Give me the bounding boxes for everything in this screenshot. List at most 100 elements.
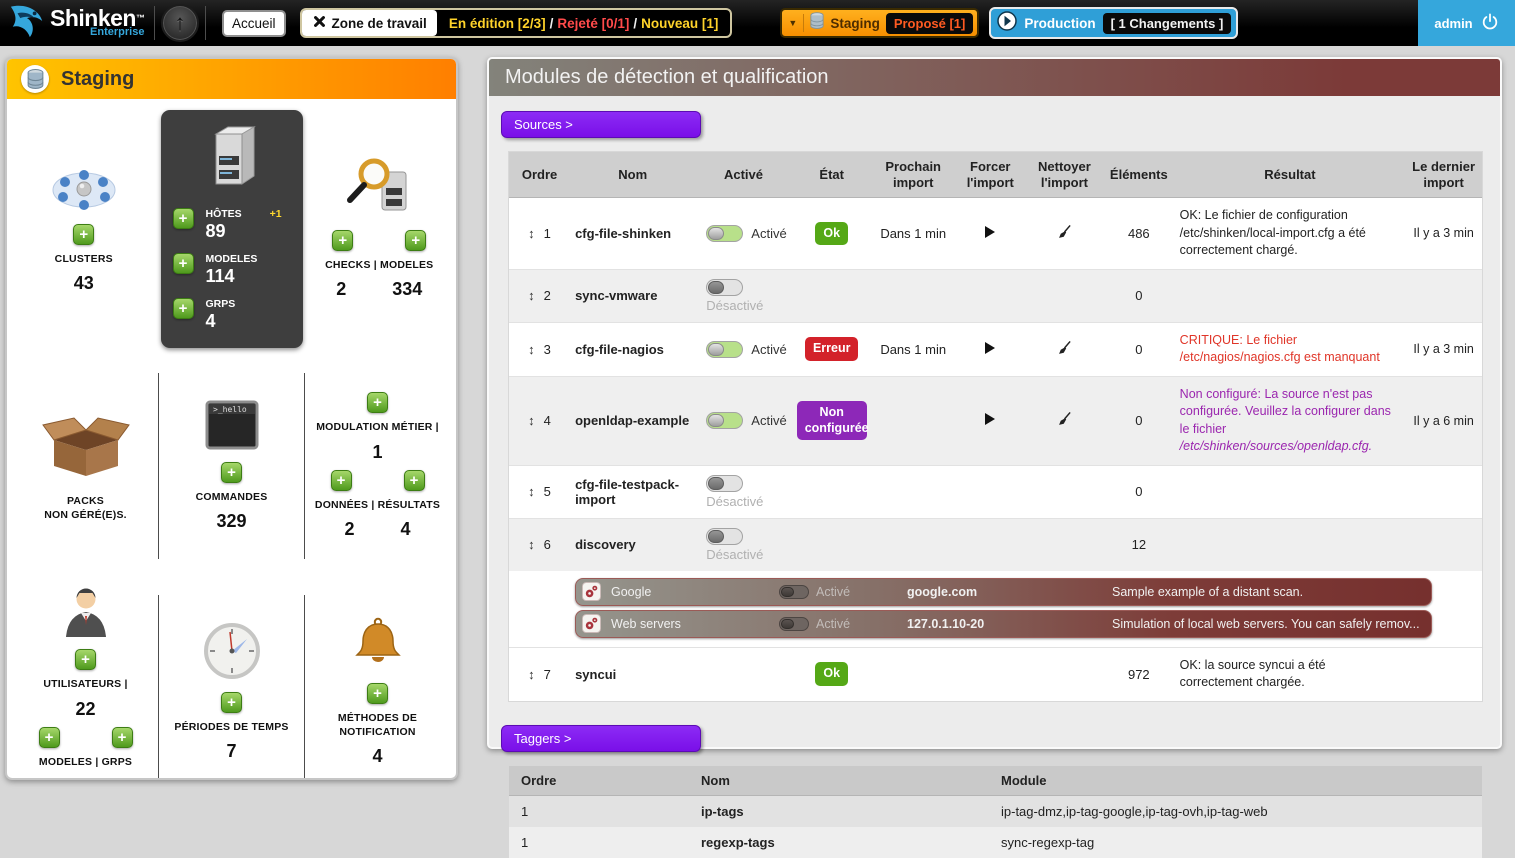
home-button[interactable]: Accueil: [222, 10, 286, 37]
scan-enable-toggle[interactable]: [779, 617, 809, 631]
clean-import-icon[interactable]: [1057, 340, 1072, 359]
sources-column-header: Ordre: [509, 152, 570, 198]
sources-button[interactable]: Sources >: [501, 111, 701, 138]
source-name[interactable]: openldap-example: [570, 376, 695, 465]
database-icon: [21, 65, 49, 93]
source-name[interactable]: syncui: [570, 647, 695, 701]
tagger-name[interactable]: ip-tags: [689, 796, 989, 828]
add-check-button[interactable]: +: [332, 230, 353, 251]
clean-import-icon[interactable]: [1057, 224, 1072, 243]
sources-column-header: Résultat: [1175, 152, 1406, 198]
taggers-button[interactable]: Taggers >: [501, 725, 701, 752]
bell-icon: [353, 617, 403, 676]
source-state-cell: Ok: [792, 647, 872, 701]
force-import-icon[interactable]: [985, 226, 995, 238]
toggle-wrap: Activé: [700, 341, 786, 358]
drag-handle-icon[interactable]: ↕: [528, 413, 535, 428]
donnees-label[interactable]: DONNÉES | RÉSULTATS: [315, 498, 440, 512]
clean-import-icon[interactable]: [1057, 411, 1072, 430]
scroll-top-button[interactable]: ↑: [161, 4, 199, 42]
enable-toggle[interactable]: [706, 225, 743, 242]
add-host-button[interactable]: +: [173, 208, 194, 229]
scan-description: Sample example of a distant scan.: [1112, 585, 1431, 599]
source-name[interactable]: cfg-file-testpack-import: [570, 465, 695, 518]
add-notification-method-button[interactable]: +: [367, 683, 388, 704]
tagger-name[interactable]: regexp-tags: [689, 827, 989, 858]
toggle-label: Activé: [751, 226, 786, 241]
add-user-group-button[interactable]: +: [112, 727, 133, 748]
source-state-cell: [792, 465, 872, 518]
source-state-cell: [792, 269, 872, 322]
source-name[interactable]: cfg-file-shinken: [570, 198, 695, 270]
packs-block[interactable]: PACKSNON GÉRÉ(E)S.: [13, 355, 158, 577]
user-models-label[interactable]: MODELES | GRPS: [39, 755, 132, 769]
drag-handle-icon[interactable]: ↕: [528, 226, 535, 241]
enable-toggle[interactable]: [706, 412, 743, 429]
drag-handle-icon[interactable]: ↕: [528, 342, 535, 357]
source-last-import: [1405, 269, 1482, 322]
drag-handle-icon[interactable]: ↕: [528, 288, 535, 303]
add-check-model-button[interactable]: +: [405, 230, 426, 251]
source-next-import: [872, 269, 955, 322]
scan-toggle-label: Activé: [816, 617, 850, 631]
force-import-icon[interactable]: [985, 413, 995, 425]
resultats-count: 4: [401, 519, 411, 540]
add-timeperiod-button[interactable]: +: [221, 692, 242, 713]
add-cluster-button[interactable]: +: [73, 224, 94, 245]
add-host-model-button[interactable]: +: [173, 253, 194, 274]
user-menu[interactable]: admin: [1418, 0, 1515, 46]
add-modulation-button[interactable]: +: [367, 392, 388, 413]
source-force-cell: [955, 322, 1026, 376]
workzone-edit-count[interactable]: En édition [2/3]: [449, 16, 546, 31]
up-arrow-icon: ↑: [175, 10, 186, 35]
production-button[interactable]: Production [ 1 Changements ]: [989, 7, 1238, 39]
utilisateurs-count: 22: [75, 699, 95, 720]
source-elements-count: 486: [1103, 198, 1175, 270]
production-changes-badge[interactable]: [ 1 Changements ]: [1103, 13, 1232, 34]
add-result-modulation-button[interactable]: +: [404, 470, 425, 491]
commandes-label[interactable]: COMMANDES: [196, 490, 268, 504]
source-name[interactable]: cfg-file-nagios: [570, 322, 695, 376]
enable-toggle[interactable]: [706, 475, 743, 492]
scan-toggle-label: Activé: [816, 585, 850, 599]
source-name[interactable]: sync-vmware: [570, 269, 695, 322]
source-order-cell: ↕5: [509, 465, 570, 518]
scan-enable-toggle[interactable]: [779, 585, 809, 599]
workzone-button[interactable]: Zone de travail: [302, 10, 437, 36]
hosts-card[interactable]: + HÔTES+1 89 + MODELES 114 +: [161, 110, 303, 348]
scan-row[interactable]: GoogleActivégoogle.comSample example of …: [575, 578, 1432, 606]
scan-row[interactable]: Web serversActivé127.0.1.10-20Simulation…: [575, 610, 1432, 638]
toggle-wrap: Désactivé: [700, 475, 786, 509]
app-logo[interactable]: Shinken™ Enterprise: [8, 2, 148, 45]
periodes-label[interactable]: PÉRIODES DE TEMPS: [174, 720, 288, 734]
force-import-icon[interactable]: [985, 342, 995, 354]
source-last-import: Il y a 6 min: [1405, 376, 1482, 465]
enable-toggle[interactable]: [706, 528, 743, 545]
server-icon: [204, 124, 260, 195]
add-user-button[interactable]: +: [75, 649, 96, 670]
source-name[interactable]: discovery: [570, 518, 695, 571]
enable-toggle[interactable]: [706, 279, 743, 296]
add-host-group-button[interactable]: +: [173, 298, 194, 319]
utilisateurs-label[interactable]: UTILISATEURS |: [43, 677, 127, 691]
drag-handle-icon[interactable]: ↕: [528, 537, 535, 552]
add-data-modulation-button[interactable]: +: [331, 470, 352, 491]
methodes-label[interactable]: MÉTHODES DENOTIFICATION: [338, 711, 417, 739]
staging-menu-button[interactable]: ▼ Staging Proposé [1]: [780, 8, 979, 38]
modulation-label[interactable]: MODULATION MÉTIER |: [316, 420, 439, 434]
toggle-label: Désactivé: [706, 547, 763, 562]
workzone-rejected-count[interactable]: Rejeté [0/1]: [557, 16, 629, 31]
checks-label[interactable]: CHECKS | MODELES: [325, 258, 433, 272]
source-state-cell: Erreur: [792, 322, 872, 376]
workzone-new-count[interactable]: Nouveau [1]: [641, 16, 718, 31]
add-user-model-button[interactable]: +: [39, 727, 60, 748]
drag-handle-icon[interactable]: ↕: [528, 484, 535, 499]
sources-column-header: Prochain import: [872, 152, 955, 198]
add-command-button[interactable]: +: [221, 462, 242, 483]
drag-handle-icon[interactable]: ↕: [528, 667, 535, 682]
staging-proposed-badge[interactable]: Proposé [1]: [886, 13, 974, 34]
sources-table: OrdreNomActivéÉtatProchain importForcer …: [509, 152, 1482, 701]
enable-toggle[interactable]: [706, 341, 743, 358]
username-label: admin: [1434, 16, 1472, 31]
clusters-label[interactable]: CLUSTERS: [55, 252, 113, 266]
